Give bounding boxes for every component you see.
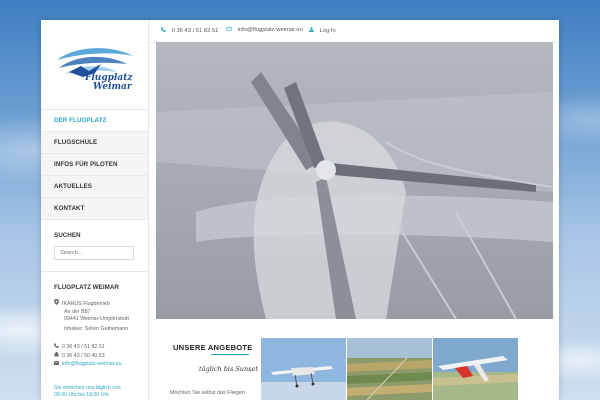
topbar-email[interactable]: info@flugplatz-weimar.eu: [226, 27, 303, 33]
sidebar: Flugplatz Weimar DER FLUGPLATZ FLUGSCHUL…: [41, 20, 149, 400]
address-street: An der B87: [64, 308, 91, 315]
contact-email-link[interactable]: info@flugplatz-weimar.eu: [62, 361, 122, 367]
address-block: IKARUS Flugbetrieb An der B87 99441 Weim…: [54, 299, 129, 324]
user-icon: [309, 27, 316, 34]
search-heading: SUCHEN: [54, 232, 81, 239]
envelope-icon: [53, 360, 62, 367]
fax-icon: [54, 352, 62, 359]
login-link[interactable]: Log In: [309, 27, 336, 34]
offer-thumbnail-1[interactable]: [261, 338, 346, 400]
topbar-email-text: info@flugplatz-weimar.eu: [237, 27, 303, 33]
owner-text: Inhaber: Sören Gathemann: [64, 326, 129, 332]
offer-image-2: [347, 338, 432, 400]
offer-image-1: [261, 338, 346, 400]
offers-subtitle: täglich bis Sunset: [199, 365, 258, 373]
topbar-phone[interactable]: 0 36 43 / 51 82 51: [161, 27, 218, 34]
top-info-bar: 0 36 43 / 51 82 51 info@flugplatz-weimar…: [149, 20, 559, 43]
contact-fax: 0 36 43 / 50 40 53: [62, 353, 105, 359]
hero-aircraft-graphic: [156, 42, 553, 319]
phone-icon: [54, 343, 62, 350]
offers-heading-underline: [211, 354, 249, 355]
logo-graphic: Flugplatz Weimar: [57, 48, 133, 92]
opening-hours-line1: Sie erreichen uns täglich von: [54, 385, 121, 391]
login-text: Log In: [319, 28, 336, 34]
address-company: IKARUS Flugbetrieb: [62, 301, 110, 307]
page-container: Flugplatz Weimar DER FLUGPLATZ FLUGSCHUL…: [41, 20, 559, 400]
menu-item-der-flugplatz[interactable]: DER FLUGPLATZ: [41, 110, 148, 132]
offers-text: Möchten Sie selbst das Fliegen: [170, 390, 245, 396]
envelope-icon: [226, 27, 234, 33]
phone-icon: [161, 27, 168, 34]
contact-phone: 0 36 43 / 51 82 51: [62, 344, 105, 350]
search-input[interactable]: [54, 246, 134, 260]
opening-hours-line2: 09:00 Uhr bis 18:00 Uhr.: [54, 392, 111, 399]
map-pin-icon: [54, 299, 62, 309]
contact-heading: FLUGPLATZ WEIMAR: [54, 284, 119, 291]
topbar-phone-text: 0 36 43 / 51 82 51: [171, 28, 219, 34]
menu-item-aktuelles[interactable]: AKTUELLES: [41, 176, 148, 198]
opening-hours: Sie erreichen uns täglich von 09:00 Uhr …: [54, 385, 121, 400]
offer-image-3: [433, 338, 518, 400]
menu-item-kontakt[interactable]: KONTAKT: [41, 198, 148, 220]
offer-thumbnail-3[interactable]: [433, 338, 518, 400]
logo-text-line2: Weimar: [93, 82, 133, 92]
offer-thumbnail-2[interactable]: [347, 338, 432, 400]
hero-image: [156, 42, 553, 319]
contact-phone-row: 0 36 43 / 51 82 51: [54, 343, 105, 350]
menu-item-flugschule[interactable]: FLUGSCHULE: [41, 132, 148, 154]
contact-fax-row: 0 36 43 / 50 40 53: [54, 352, 105, 359]
offers-heading: UNSERE ANGEBOTE: [173, 343, 253, 352]
menu-item-infos-fuer-piloten[interactable]: INFOS FÜR PILOTEN: [41, 154, 148, 176]
address-city: 99441 Weimar-Umpferstedt: [64, 316, 129, 323]
main-menu: DER FLUGPLATZ FLUGSCHULE INFOS FÜR PILOT…: [41, 109, 148, 220]
sidebar-divider: [41, 271, 148, 272]
site-logo[interactable]: Flugplatz Weimar: [55, 42, 135, 94]
contact-email-row: info@flugplatz-weimar.eu: [53, 360, 122, 367]
